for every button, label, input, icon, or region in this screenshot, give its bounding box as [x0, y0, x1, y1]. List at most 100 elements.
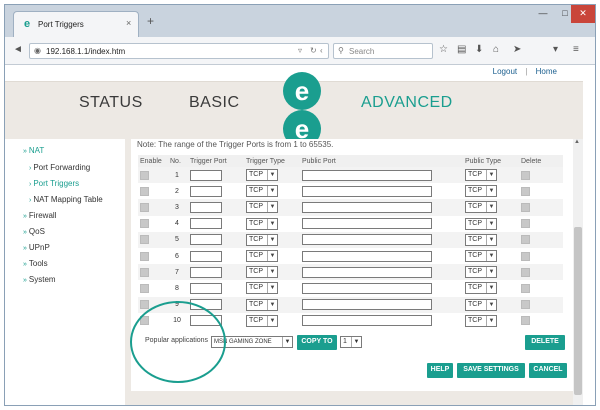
public-type-select[interactable]: TCP ▼ [465, 217, 497, 230]
trigger-port-input[interactable] [190, 185, 222, 197]
trigger-type-select[interactable]: TCP ▼ [246, 282, 278, 295]
public-type-select[interactable]: TCP ▼ [465, 233, 497, 246]
copy-to-button[interactable]: COPY TO [297, 335, 337, 350]
delete-button[interactable]: DELETE [525, 335, 565, 350]
trigger-type-select[interactable]: TCP ▼ [246, 201, 278, 214]
trigger-port-input[interactable] [190, 169, 222, 181]
public-port-input[interactable] [302, 185, 432, 197]
reload-icon[interactable]: ↻ [310, 46, 317, 55]
home-link[interactable]: Home [536, 67, 557, 76]
trigger-port-input[interactable] [190, 201, 222, 213]
trigger-type-select[interactable]: TCP ▼ [246, 298, 278, 311]
public-port-input[interactable] [302, 201, 432, 213]
trigger-type-select[interactable]: TCP ▼ [246, 217, 278, 230]
browser-tab[interactable]: e Port Triggers × [13, 11, 139, 37]
trigger-port-input[interactable] [190, 250, 222, 262]
download-icon[interactable]: ⬇ [475, 44, 483, 56]
send-icon[interactable]: ➤ [513, 44, 521, 56]
trigger-type-select[interactable]: TCP ▼ [246, 233, 278, 246]
overflow-dropdown-icon[interactable]: ▾ [553, 44, 558, 56]
sidebar-item-nat-mapping-table[interactable]: › NAT Mapping Table [29, 195, 103, 204]
public-type-select[interactable]: TCP ▼ [465, 266, 497, 279]
public-port-input[interactable] [302, 282, 432, 294]
search-input[interactable]: ⚲ Search [333, 43, 433, 59]
delete-checkbox[interactable] [521, 283, 530, 293]
public-type-select[interactable]: TCP ▼ [465, 282, 497, 295]
url-bar[interactable]: ◉ 192.168.1.1/index.htm ▿ ↻ ‹ [29, 43, 329, 59]
public-port-input[interactable] [302, 234, 432, 246]
help-button[interactable]: HELP [427, 363, 453, 378]
public-port-input[interactable] [302, 250, 432, 262]
minimize-icon[interactable]: — [531, 5, 555, 23]
trigger-port-input[interactable] [190, 282, 222, 294]
public-port-input[interactable] [302, 218, 432, 230]
delete-checkbox[interactable] [521, 267, 530, 277]
reading-list-icon[interactable]: ▤ [457, 44, 466, 56]
delete-checkbox[interactable] [521, 251, 530, 261]
trigger-type-select[interactable]: TCP ▼ [246, 169, 278, 182]
trigger-port-input[interactable] [190, 234, 222, 246]
nav-basic[interactable]: BASIC [189, 94, 240, 112]
sidebar-item-upnp[interactable]: » UPnP [23, 243, 50, 252]
sidebar-item-firewall[interactable]: » Firewall [23, 211, 56, 220]
trigger-type-select[interactable]: TCP ▼ [246, 185, 278, 198]
table-row: 4 TCP ▼ TCP ▼ [138, 216, 563, 232]
cancel-button[interactable]: CANCEL [529, 363, 567, 378]
public-type-select[interactable]: TCP ▼ [465, 314, 497, 327]
trigger-port-input[interactable] [190, 266, 222, 278]
sidebar-item-port-forwarding[interactable]: › Port Forwarding [29, 163, 90, 172]
delete-checkbox[interactable] [521, 202, 530, 212]
sidebar-item-tools[interactable]: » Tools [23, 259, 48, 268]
delete-checkbox[interactable] [521, 219, 530, 229]
sidebar-item-system[interactable]: » System [23, 275, 56, 284]
row-number: 6 [175, 252, 179, 260]
page-scrollbar[interactable]: ▲ [573, 139, 583, 405]
trigger-port-input[interactable] [190, 218, 222, 230]
close-window-icon[interactable]: ✕ [571, 5, 595, 23]
enable-checkbox[interactable] [140, 235, 149, 245]
trigger-type-select[interactable]: TCP ▼ [246, 266, 278, 279]
enable-checkbox[interactable] [140, 170, 149, 180]
sidebar-item-nat[interactable]: » NAT [23, 146, 44, 155]
history-icon[interactable]: ‹ [320, 46, 323, 55]
close-tab-icon[interactable]: × [126, 18, 131, 28]
enable-checkbox[interactable] [140, 219, 149, 229]
enable-checkbox[interactable] [140, 283, 149, 293]
new-tab-button[interactable]: + [147, 15, 154, 27]
delete-checkbox[interactable] [521, 300, 530, 310]
logout-link[interactable]: Logout [493, 67, 517, 76]
enable-checkbox[interactable] [140, 202, 149, 212]
public-type-select[interactable]: TCP ▼ [465, 250, 497, 263]
enable-checkbox[interactable] [140, 186, 149, 196]
public-type-select[interactable]: TCP ▼ [465, 169, 497, 182]
public-port-input[interactable] [302, 299, 432, 311]
public-port-input[interactable] [302, 315, 432, 327]
scroll-up-icon[interactable]: ▲ [574, 139, 580, 145]
enable-checkbox[interactable] [140, 251, 149, 261]
bookmark-star-icon[interactable]: ☆ [439, 44, 448, 56]
public-type-select[interactable]: TCP ▼ [465, 201, 497, 214]
nav-status[interactable]: STATUS [79, 94, 143, 112]
nav-advanced[interactable]: ADVANCED [361, 94, 453, 112]
scrollbar-thumb[interactable] [574, 227, 582, 395]
sidebar-item-qos[interactable]: » QoS [23, 227, 45, 236]
dropdown-icon[interactable]: ▿ [298, 46, 302, 55]
sidebar-item-port-triggers[interactable]: › Port Triggers [29, 179, 79, 188]
trigger-type-select[interactable]: TCP ▼ [246, 314, 278, 327]
trigger-type-select[interactable]: TCP ▼ [246, 250, 278, 263]
delete-checkbox[interactable] [521, 186, 530, 196]
enable-checkbox[interactable] [140, 267, 149, 277]
save-settings-button[interactable]: SAVE SETTINGS [457, 363, 525, 378]
public-port-input[interactable] [302, 169, 432, 181]
home-icon[interactable]: ⌂ [493, 44, 499, 56]
copy-to-select[interactable]: 1 ▼ [340, 336, 362, 348]
public-port-input[interactable] [302, 266, 432, 278]
delete-checkbox[interactable] [521, 316, 530, 326]
back-icon[interactable]: ◄ [13, 44, 23, 56]
enable-checkbox[interactable] [140, 300, 149, 310]
menu-icon[interactable]: ≡ [573, 44, 579, 56]
public-type-select[interactable]: TCP ▼ [465, 185, 497, 198]
delete-checkbox[interactable] [521, 235, 530, 245]
public-type-select[interactable]: TCP ▼ [465, 298, 497, 311]
delete-checkbox[interactable] [521, 170, 530, 180]
